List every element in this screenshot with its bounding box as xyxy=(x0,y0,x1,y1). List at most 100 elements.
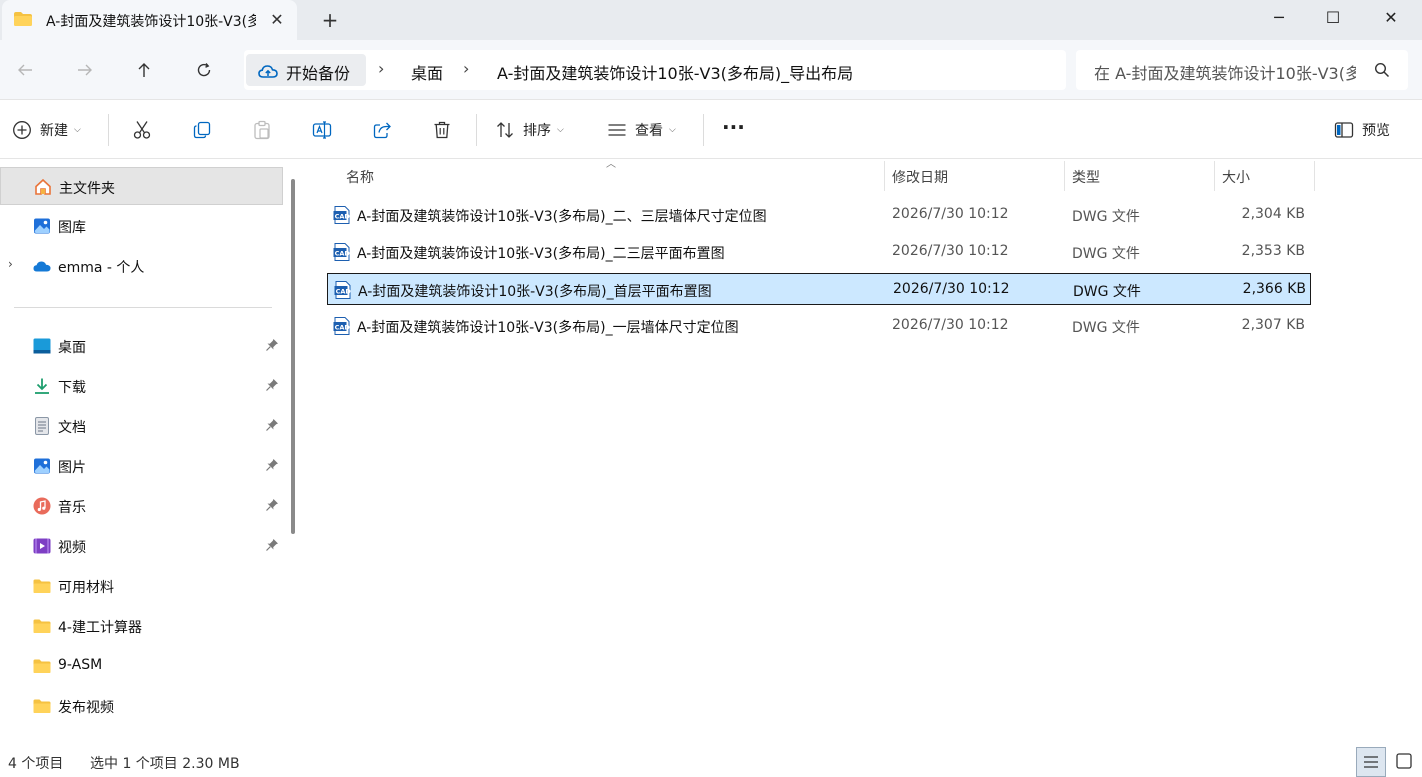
sidebar-item-onedrive[interactable]: › emma - 个人 xyxy=(0,247,283,285)
breadcrumb[interactable]: 开始备份 › 桌面 › A-封面及建筑装饰设计10张-V3(多布局)_导出布局 xyxy=(244,50,1066,90)
folder-icon xyxy=(33,659,51,673)
tiles-view-icon xyxy=(1396,753,1412,769)
share-icon xyxy=(373,122,391,139)
pictures-icon xyxy=(34,458,50,474)
sidebar-item-folder[interactable]: 9-ASM xyxy=(0,647,283,685)
sort-ascending-icon: ︿ xyxy=(606,159,616,170)
onedrive-icon xyxy=(33,261,51,272)
rename-button[interactable] xyxy=(312,118,332,142)
toolbar-divider xyxy=(703,114,704,146)
pin-icon[interactable] xyxy=(265,338,279,352)
table-row[interactable]: CAD A-封面及建筑装饰设计10张-V3(多布局)_二、三层墙体尺寸定位图 2… xyxy=(327,199,1311,231)
minimize-button[interactable]: ─ xyxy=(1256,0,1302,40)
column-divider[interactable] xyxy=(1314,161,1315,191)
file-type: DWG 文件 xyxy=(1072,209,1140,225)
sidebar-item-gallery[interactable]: 图库 xyxy=(0,207,283,245)
pin-icon[interactable] xyxy=(265,538,279,552)
breadcrumb-current-folder[interactable]: A-封面及建筑装饰设计10张-V3(多布局)_导出布局 xyxy=(497,60,853,84)
sidebar-item-label: 主文件夹 xyxy=(59,181,115,197)
up-icon[interactable] xyxy=(130,56,158,84)
column-header-name[interactable]: 名称 xyxy=(346,159,374,191)
command-bar: 新建 ⌵ 排序 ⌵ 查看 ⌵ ··· 预览 xyxy=(0,101,1422,159)
table-row[interactable]: CAD A-封面及建筑装饰设计10张-V3(多布局)_一层墙体尺寸定位图 202… xyxy=(327,310,1311,342)
pin-icon[interactable] xyxy=(265,378,279,392)
sidebar-item-label: emma - 个人 xyxy=(58,260,145,276)
sidebar-item-home[interactable]: 主文件夹 xyxy=(0,167,283,205)
new-label: 新建 xyxy=(40,123,68,139)
copy-button[interactable] xyxy=(192,118,212,142)
breadcrumb-desktop[interactable]: 桌面 xyxy=(411,60,443,84)
view-button[interactable]: 查看 ⌵ xyxy=(607,118,676,142)
sidebar-scrollbar[interactable] xyxy=(291,179,295,534)
sidebar-item-music[interactable]: 音乐 xyxy=(0,487,283,525)
pin-icon[interactable] xyxy=(265,498,279,512)
tiles-view-button[interactable] xyxy=(1390,747,1420,777)
close-window-button[interactable]: ✕ xyxy=(1368,0,1414,40)
column-header-type[interactable]: 类型 xyxy=(1072,159,1100,191)
dwg-file-icon: CAD xyxy=(333,206,351,224)
chevron-right-icon[interactable]: › xyxy=(8,257,13,271)
status-bar: 4 个项目 选中 1 个项目 2.30 MB xyxy=(0,747,1422,777)
more-options-button[interactable]: ··· xyxy=(722,115,745,139)
sidebar-item-downloads[interactable]: 下载 xyxy=(0,367,283,405)
back-icon[interactable] xyxy=(11,56,39,84)
sidebar-item-label: 发布视频 xyxy=(58,700,114,716)
sidebar-item-label: 可用材料 xyxy=(58,580,114,596)
sidebar-item-folder[interactable]: 可用材料 xyxy=(0,567,283,605)
refresh-icon[interactable] xyxy=(190,56,218,84)
column-header-date[interactable]: 修改日期 xyxy=(892,159,948,191)
breadcrumb-separator[interactable]: › xyxy=(463,59,469,78)
breadcrumb-backup[interactable]: 开始备份 xyxy=(246,54,366,86)
sidebar-item-folder[interactable]: 4-建工计算器 xyxy=(0,607,283,645)
svg-text:CAD: CAD xyxy=(335,323,351,331)
toolbar-divider xyxy=(108,114,109,146)
tab-title: A-封面及建筑装饰设计10张-V3(多布局)_导出布局 xyxy=(46,14,256,30)
view-lines-icon xyxy=(608,124,626,136)
desktop-icon xyxy=(33,338,51,354)
svg-text:CAD: CAD xyxy=(335,212,351,220)
svg-text:CAD: CAD xyxy=(336,287,352,295)
toolbar-divider xyxy=(476,114,477,146)
column-divider[interactable] xyxy=(1064,161,1065,191)
sidebar-divider xyxy=(14,307,272,308)
table-row[interactable]: CAD A-封面及建筑装饰设计10张-V3(多布局)_二三层平面布置图 2026… xyxy=(327,236,1311,268)
paste-button[interactable] xyxy=(252,118,272,142)
file-date: 2026/7/30 10:12 xyxy=(892,317,1009,333)
delete-button[interactable] xyxy=(432,118,452,142)
column-divider[interactable] xyxy=(884,161,885,191)
breadcrumb-separator[interactable]: › xyxy=(378,59,384,78)
table-row-selected[interactable]: CAD A-封面及建筑装饰设计10张-V3(多布局)_首层平面布置图 2026/… xyxy=(327,273,1311,305)
sidebar-item-label: 视频 xyxy=(58,540,86,556)
cut-button[interactable] xyxy=(132,118,152,142)
download-icon xyxy=(35,378,49,394)
maximize-button[interactable]: ☐ xyxy=(1310,0,1356,40)
svg-text:CAD: CAD xyxy=(335,249,351,257)
forward-icon[interactable] xyxy=(71,56,99,84)
rename-icon xyxy=(312,121,332,139)
new-button[interactable]: 新建 ⌵ xyxy=(12,118,81,142)
sort-button[interactable]: 排序 ⌵ xyxy=(495,118,564,142)
window-tab[interactable]: A-封面及建筑装饰设计10张-V3(多布局)_导出布局 ✕ xyxy=(2,0,297,40)
sidebar-item-documents[interactable]: 文档 xyxy=(0,407,283,445)
share-button[interactable] xyxy=(372,118,392,142)
search-icon[interactable] xyxy=(1374,62,1390,78)
breadcrumb-backup-label: 开始备份 xyxy=(286,64,351,83)
close-tab-icon[interactable]: ✕ xyxy=(266,9,288,31)
search-box[interactable]: 在 A-封面及建筑装饰设计10张-V3(多布局)_导出布局 中搜索 xyxy=(1076,50,1408,90)
column-header-size[interactable]: 大小 xyxy=(1222,159,1250,191)
sidebar-item-pictures[interactable]: 图片 xyxy=(0,447,283,485)
pin-icon[interactable] xyxy=(265,458,279,472)
search-input[interactable]: 在 A-封面及建筑装饰设计10张-V3(多布局)_导出布局 中搜索 xyxy=(1094,60,1356,84)
file-name: A-封面及建筑装饰设计10张-V3(多布局)_二三层平面布置图 xyxy=(357,246,725,262)
preview-button[interactable]: 预览 xyxy=(1334,118,1390,142)
sidebar-item-videos[interactable]: 视频 xyxy=(0,527,283,565)
sidebar-item-desktop[interactable]: 桌面 xyxy=(0,327,283,365)
sidebar-item-label: 图库 xyxy=(58,220,86,236)
details-view-button[interactable] xyxy=(1356,747,1386,777)
pin-icon[interactable] xyxy=(265,418,279,432)
sidebar-item-folder[interactable]: 发布视频 xyxy=(0,687,283,725)
new-tab-button[interactable]: + xyxy=(318,8,342,32)
column-divider[interactable] xyxy=(1214,161,1215,191)
file-size: 2,353 KB xyxy=(1241,243,1305,259)
home-icon xyxy=(35,178,51,195)
